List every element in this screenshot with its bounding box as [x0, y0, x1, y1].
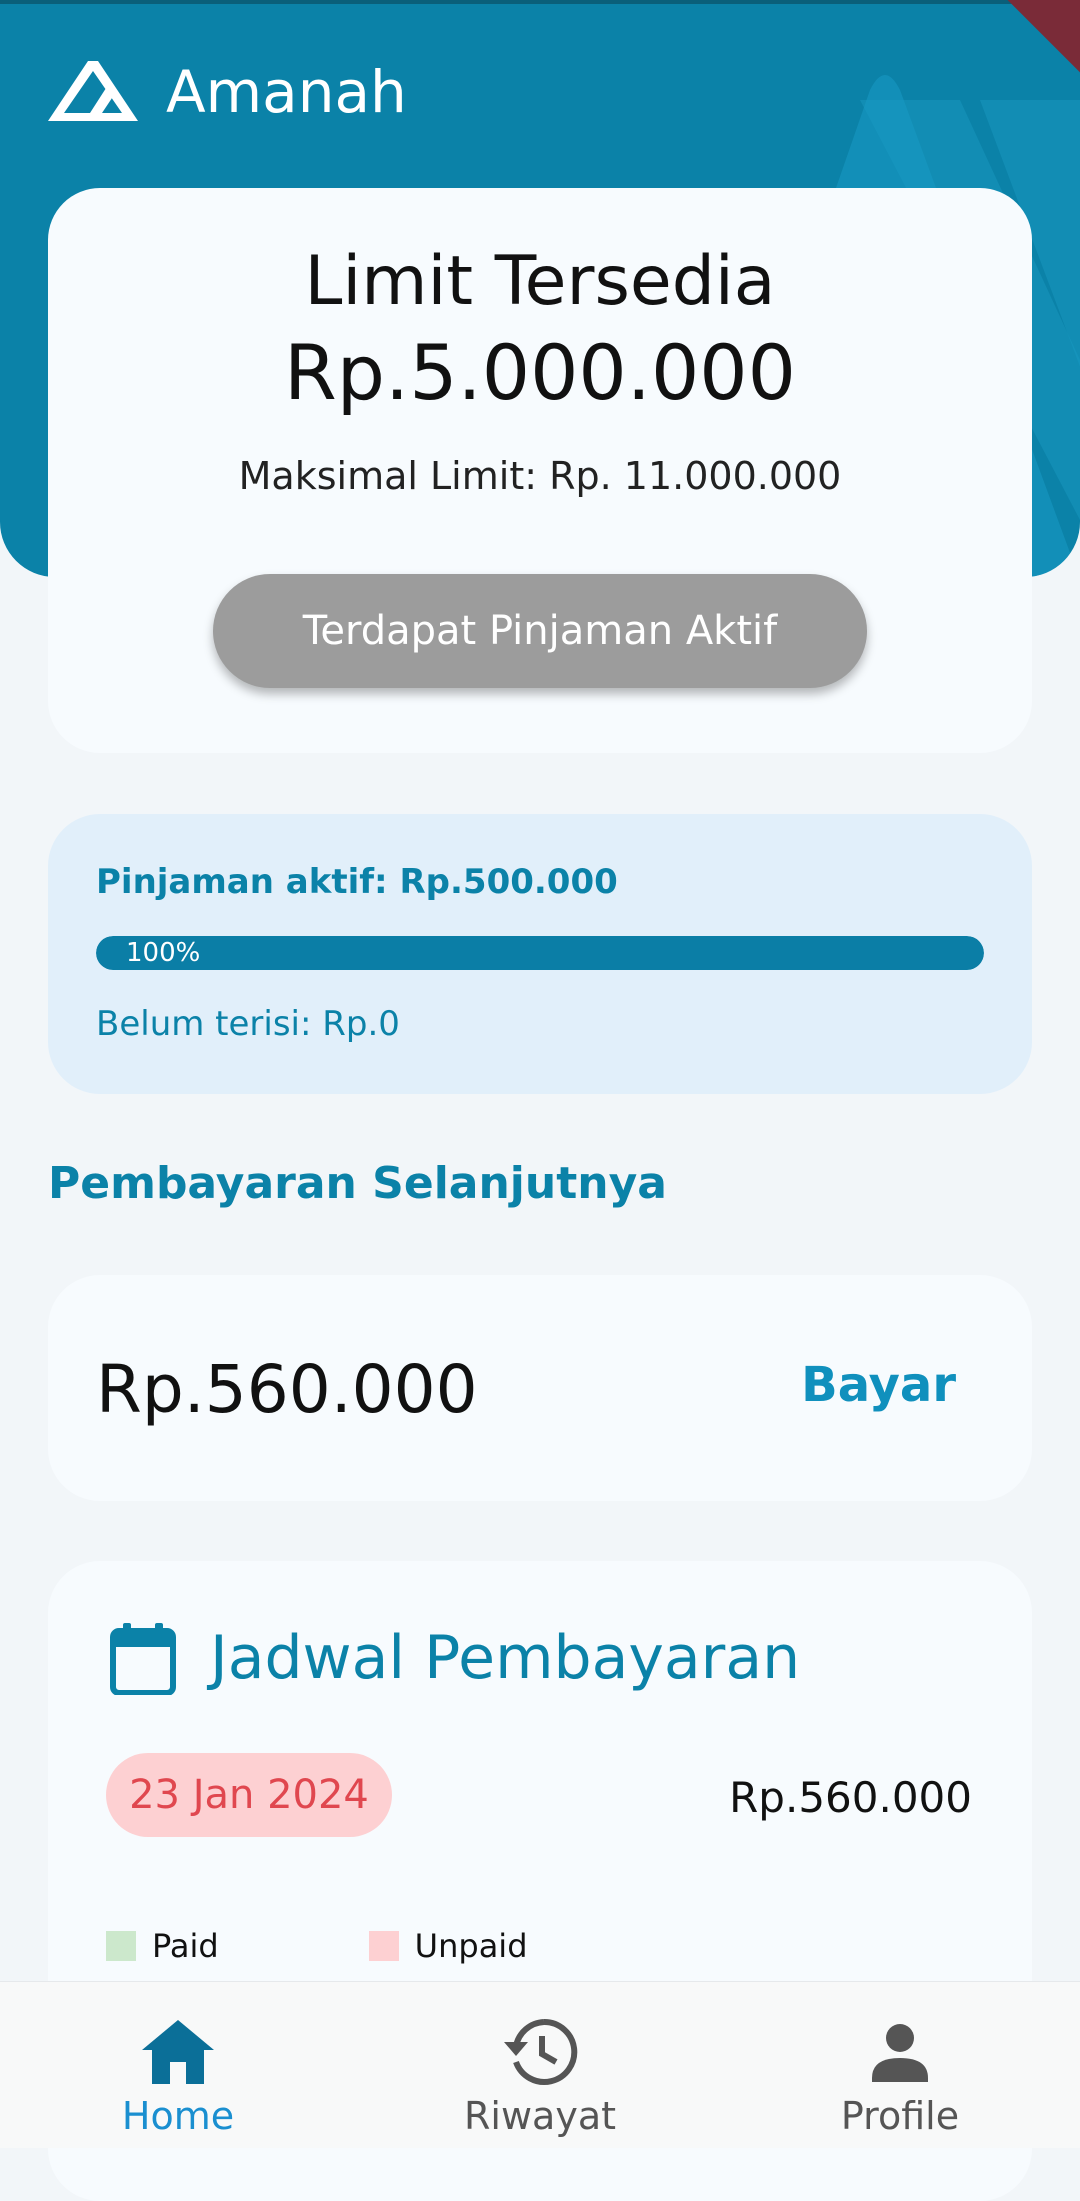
active-loan-card: Pinjaman aktif: Rp.500.000 100% Belum te… [48, 814, 1032, 1094]
schedule-date-chip[interactable]: 23 Jan 2024 [106, 1753, 392, 1837]
active-loan-button[interactable]: Terdapat Pinjaman Aktif [213, 574, 867, 688]
nav-item-home[interactable]: Home [48, 1982, 308, 2148]
nav-label-profile: Profile [840, 2094, 960, 2138]
nav-item-profile[interactable]: Profile [770, 1982, 1030, 2148]
legend-item-paid: Paid [106, 1927, 219, 1965]
nav-label-home: Home [121, 2094, 235, 2138]
next-payment-section-title: Pembayaran Selanjutnya [48, 1158, 667, 1209]
next-payment-card: Rp.560.000 Bayar [48, 1275, 1032, 1501]
unfilled-amount-label: Belum terisi: Rp.0 [96, 1004, 400, 1044]
loan-progress-fill [96, 936, 984, 970]
max-limit-text: Maksimal Limit: Rp. 11.000.000 [238, 454, 842, 498]
loan-progress-bar: 100% [96, 936, 984, 970]
app-name: Amanah [166, 58, 407, 126]
header-top-line [0, 0, 1080, 4]
legend-swatch-unpaid [368, 1931, 399, 1961]
legend-label-paid: Paid [152, 1927, 219, 1965]
amanah-logo-icon [48, 61, 138, 121]
limit-amount: Rp.5.000.000 [284, 328, 796, 417]
schedule-amount: Rp.560.000 [729, 1773, 972, 1822]
schedule-title: Jadwal Pembayaran [210, 1623, 801, 1693]
bottom-navigation: Home Riwayat Profile [0, 1981, 1080, 2148]
schedule-legend: Paid Unpaid [106, 1927, 528, 1965]
nav-label-riwayat: Riwayat [464, 2094, 616, 2138]
pay-button[interactable]: Bayar [801, 1357, 956, 1413]
legend-label-unpaid: Unpaid [414, 1927, 528, 1965]
loan-progress-label: 100% [126, 938, 201, 968]
brand: Amanah [48, 58, 407, 126]
home-icon [142, 2020, 214, 2084]
limit-title: Limit Tersedia [304, 242, 776, 321]
active-loan-label: Pinjaman aktif: Rp.500.000 [96, 862, 618, 902]
person-icon [872, 2024, 928, 2082]
legend-swatch-paid [106, 1931, 136, 1961]
nav-item-riwayat[interactable]: Riwayat [410, 1982, 670, 2148]
calendar-icon [110, 1623, 176, 1695]
history-icon [504, 2018, 578, 2085]
next-payment-amount: Rp.560.000 [96, 1351, 478, 1428]
legend-item-unpaid: Unpaid [368, 1927, 528, 1965]
limit-card: Limit Tersedia Rp.5.000.000 Maksimal Lim… [48, 188, 1032, 753]
